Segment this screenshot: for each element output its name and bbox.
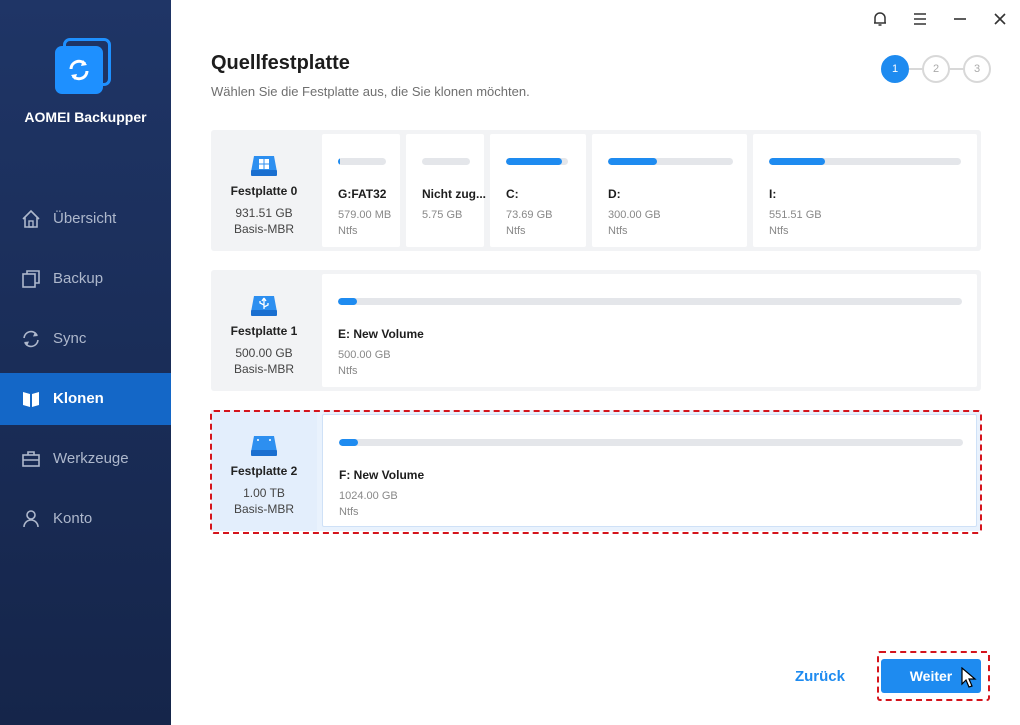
disk-size: 1.00 TB [243,486,285,500]
partition-name: E: New Volume [338,327,424,341]
step-connector [909,68,923,70]
bell-icon[interactable] [871,10,889,28]
sidebar-item-label: Klonen [53,390,104,407]
sync-icon [21,329,41,349]
minimize-icon[interactable] [951,10,969,28]
partition-fs: Ntfs [769,225,789,237]
disk-row-2[interactable]: Festplatte 2 1.00 TB Basis-MBR F: New Vo… [211,410,981,531]
partition-name: F: New Volume [339,468,425,482]
disk-type: Basis-MBR [233,502,294,516]
usage-bar [339,439,963,446]
step-2: 2 [922,55,950,83]
clone-icon [21,389,41,409]
partition-size: 500.00 GB [338,349,391,361]
disk-info: Festplatte 2 1.00 TB Basis-MBR [211,410,317,531]
sidebar-item-uebersicht[interactable]: Übersicht [0,193,171,245]
partition-size: 300.00 GB [608,209,661,221]
usage-fill [769,158,825,165]
app-name: AOMEI Backupper [24,109,147,125]
usage-fill [506,158,562,165]
usage-bar [338,298,962,305]
home-icon [21,209,41,229]
partition-card[interactable]: C: 73.69 GB Ntfs [490,134,586,247]
usage-fill [339,439,358,446]
usage-bar [506,158,568,165]
partition-card[interactable]: E: New Volume 500.00 GB Ntfs [322,274,977,387]
mouse-cursor-icon [961,666,977,689]
sidebar-item-label: Werkzeuge [53,450,129,467]
partition-name: Nicht zug... [422,187,486,201]
partition-fs: Ntfs [338,225,358,237]
partition-name: I: [769,187,777,201]
disk-name: Festplatte 2 [230,464,298,478]
disk-size: 500.00 GB [235,346,293,360]
app-logo-icon [55,38,113,94]
close-icon[interactable] [991,10,1009,28]
user-icon [21,509,41,529]
backup-icon [21,269,41,289]
usage-fill [608,158,657,165]
disk-type: Basis-MBR [233,222,294,236]
sidebar-item-konto[interactable]: Konto [0,493,171,545]
partition-size: 1024.00 GB [339,490,398,502]
partition-fs: Ntfs [506,225,526,237]
disk-icon [249,428,279,458]
partition-card[interactable]: G:FAT32 579.00 MB Ntfs [322,134,400,247]
disk-row-1[interactable]: Festplatte 1 500.00 GB Basis-MBR E: New … [211,270,981,391]
partition-name: C: [506,187,519,201]
step-indicator: 1 2 3 [881,55,993,85]
disk-row-0[interactable]: Festplatte 0 931.51 GB Basis-MBR G:FAT32… [211,130,981,251]
disk-name: Festplatte 1 [230,324,298,338]
sidebar-item-klonen[interactable]: Klonen [0,373,171,425]
partition-name: G:FAT32 [338,187,387,201]
disk-type: Basis-MBR [233,362,294,376]
partition-card[interactable]: F: New Volume 1024.00 GB Ntfs [322,414,977,527]
sidebar-item-sync[interactable]: Sync [0,313,171,365]
disk-info: Festplatte 0 931.51 GB Basis-MBR [211,130,317,251]
usage-bar [608,158,733,165]
sidebar-item-label: Sync [53,330,87,347]
partition-size: 551.51 GB [769,209,822,221]
partition-fs: Ntfs [338,365,358,377]
partition-card[interactable]: Nicht zug... 5.75 GB [406,134,486,247]
step-3: 3 [963,55,991,83]
partition-name: D: [608,187,621,201]
page-subtitle: Wählen Sie die Festplatte aus, die Sie k… [211,84,530,99]
usage-bar [422,158,470,165]
partition-card[interactable]: I: 551.51 GB Ntfs [753,134,977,247]
step-connector [950,68,964,70]
sidebar-item-werkzeuge[interactable]: Werkzeuge [0,433,171,485]
disk-name: Festplatte 0 [230,184,298,198]
sidebar-item-label: Konto [53,510,93,527]
windows-disk-icon [249,148,279,178]
partition-fs: Ntfs [608,225,628,237]
sidebar-item-backup[interactable]: Backup [0,253,171,305]
disk-size: 931.51 GB [235,206,293,220]
partition-card[interactable]: D: 300.00 GB Ntfs [592,134,747,247]
page-title: Quellfestplatte [211,52,350,74]
sidebar-item-label: Backup [53,270,104,287]
partition-size: 579.00 MB [338,209,392,221]
usage-fill [338,158,341,165]
partition-size: 5.75 GB [422,209,463,221]
usage-bar [338,158,386,165]
menu-icon[interactable] [911,10,929,28]
usb-disk-icon [249,288,279,318]
toolbox-icon [21,449,41,469]
usage-fill [338,298,357,305]
usage-bar [769,158,961,165]
sidebar-item-label: Übersicht [53,210,117,227]
partition-size: 73.69 GB [506,209,553,221]
back-button[interactable]: Zurück [786,664,854,690]
partition-fs: Ntfs [339,506,359,518]
step-1: 1 [881,55,909,83]
disk-info: Festplatte 1 500.00 GB Basis-MBR [211,270,317,391]
sidebar: AOMEI Backupper Übersicht Backup Sync Kl… [0,0,171,725]
